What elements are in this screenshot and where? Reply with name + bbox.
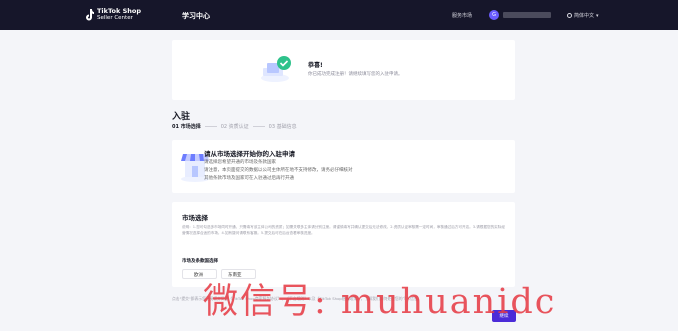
logo-main-text: TikTok Shop (97, 7, 142, 15)
choose-market-title: 请从市场选择开始你的入驻申请 (204, 150, 295, 158)
top-nav-bar: TikTok Shop Seller Center 学习中心 服务市场 G 简体… (0, 0, 678, 30)
tiktok-note-icon (84, 8, 94, 21)
username-blurred[interactable] (503, 12, 551, 18)
avatar[interactable]: G (489, 10, 499, 20)
market-selection-title: 市场选择 (182, 214, 208, 222)
nav-learning-center[interactable]: 学习中心 (182, 11, 210, 21)
success-illustration-icon (261, 56, 291, 82)
choose-hint-line: 其他条款市场及国家可在入驻通过后再行开通 (204, 176, 294, 181)
watermark-text: 微信号: muhuanidc (203, 282, 557, 322)
step-basic-info: 03 基础信息 (268, 124, 297, 130)
globe-icon (567, 13, 572, 18)
market-selection-description: 说明：1.您可勾选多市场同时开通，只需填写该主体公司的资质；如需关联多主体请分别… (182, 225, 505, 235)
step-divider (252, 126, 265, 127)
step-market-selection: 01 市场选择 (172, 124, 201, 130)
page-title: 入驻 (172, 112, 191, 122)
chevron-down-icon: ▾ (596, 12, 599, 19)
choose-hint-line: 请注意，本页面提交的数据以公司主体所在地不支持修改，请务必仔细核对 (204, 168, 353, 173)
market-country-label: 市场及条款国选择 (182, 259, 218, 264)
tiktok-shop-logo[interactable]: TikTok Shop Seller Center (84, 8, 141, 21)
registration-success-card (172, 40, 515, 100)
congrats-description: 你已成功完成注册！请继续填写您的入驻申请。 (308, 72, 403, 77)
language-label: 简体中文 (574, 13, 595, 19)
step-qualification: 02 资质认证 (220, 124, 249, 130)
nav-service-market[interactable]: 服务市场 (452, 12, 472, 19)
step-divider (204, 126, 217, 127)
congrats-title: 恭喜! (308, 62, 323, 69)
choose-hint-line: 请选择您希望开通的市场及条款国家 (204, 160, 276, 165)
language-selector[interactable]: 简体中文 ▾ (567, 12, 599, 19)
logo-sub-text: Seller Center (97, 15, 133, 21)
onboarding-steps: 01 市场选择 02 资质认证 03 基础信息 (172, 123, 297, 130)
